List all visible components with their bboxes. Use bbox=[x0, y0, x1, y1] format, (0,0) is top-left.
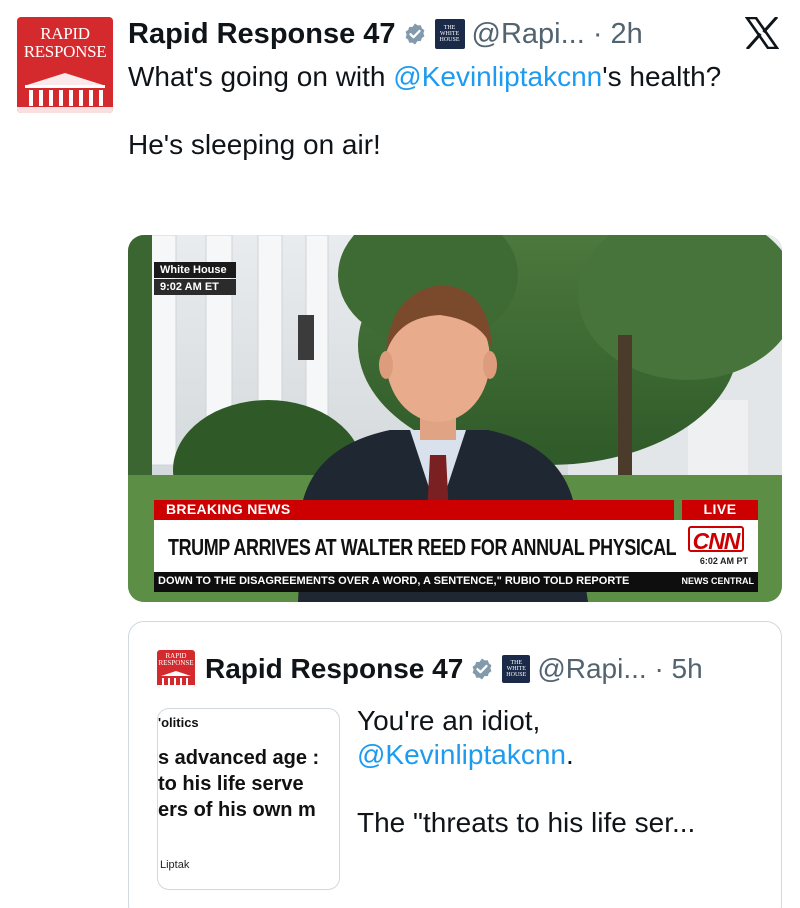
time-bug-label: 9:02 AM ET bbox=[154, 279, 236, 295]
quoted-author-avatar[interactable]: RAPID RESPONSE bbox=[157, 650, 195, 688]
author-avatar[interactable]: RAPID RESPONSE bbox=[17, 17, 113, 113]
thumb-headline-line1: s advanced age : bbox=[158, 747, 320, 769]
cnn-logo: CNN bbox=[688, 526, 744, 554]
white-house-icon bbox=[17, 73, 113, 113]
quoted-mention-link[interactable]: @Kevinliptakcnn bbox=[357, 739, 566, 770]
quoted-avatar-logo-text: RAPID RESPONSE bbox=[158, 652, 194, 667]
live-badge: LIVE bbox=[682, 500, 758, 520]
news-ticker: DOWN TO THE DISAGREEMENTS OVER A WORD, A… bbox=[154, 572, 758, 592]
verified-check-icon bbox=[403, 22, 427, 46]
quoted-tweet-header: Rapid Response 47 THE WHITE HOUSE @Rapi...… bbox=[205, 650, 703, 688]
thumb-headline-line3: ers of his own m bbox=[158, 799, 316, 821]
tweet-header: Rapid Response 47 THE WHITE HOUSE @Rapi...… bbox=[128, 12, 643, 56]
quoted-text-period: . bbox=[565, 739, 574, 770]
ticker-text: DOWN TO THE DISAGREEMENTS OVER A WORD, A… bbox=[158, 575, 630, 587]
quoted-media-thumbnail[interactable]: 'olitics s advanced age : to his life se… bbox=[157, 708, 340, 890]
breaking-news-banner: BREAKING NEWS bbox=[154, 500, 674, 520]
white-house-affiliate-badge[interactable]: THE WHITE HOUSE bbox=[434, 19, 465, 49]
avatar-logo-text: RAPID RESPONSE bbox=[23, 24, 107, 61]
news-headline: TRUMP ARRIVES AT WALTER REED FOR ANNUAL … bbox=[168, 534, 677, 560]
verified-check-icon bbox=[470, 657, 494, 681]
location-bug: White House 9:02 AM ET bbox=[154, 262, 236, 295]
local-time: 6:02 AM PT bbox=[699, 556, 748, 566]
author-name[interactable]: Rapid Response 47 bbox=[128, 18, 396, 51]
thumb-byline: Liptak bbox=[160, 859, 190, 871]
tweet-text-line1-end: 's health? bbox=[602, 61, 722, 92]
quoted-text-para2: The "threats to his life ser... bbox=[357, 807, 696, 838]
location-bug-label: White House bbox=[154, 262, 236, 278]
thumb-category: 'olitics bbox=[158, 715, 199, 730]
mention-link[interactable]: @Kevinliptakcnn bbox=[393, 61, 602, 92]
white-house-affiliate-badge[interactable]: THE WHITE HOUSE bbox=[502, 655, 531, 683]
x-logo-icon[interactable] bbox=[744, 15, 780, 51]
white-house-icon bbox=[157, 671, 195, 688]
quoted-handle-and-time[interactable]: @Rapi... · 5h bbox=[537, 653, 702, 685]
quoted-text-line1: You're an idiot, bbox=[357, 705, 541, 736]
tweet-text: What's going on with @Kevinliptakcnn's h… bbox=[128, 60, 768, 162]
news-lower-third: BREAKING NEWS LIVE TRUMP ARRIVES AT WALT… bbox=[154, 500, 758, 592]
handle-and-time[interactable]: @Rapi... · 2h bbox=[472, 18, 643, 51]
tweet-text-line1: What's going on with bbox=[128, 61, 394, 92]
quoted-tweet[interactable]: RAPID RESPONSE Rapid Response 47 THE WHITE… bbox=[128, 621, 782, 908]
headline-bar: TRUMP ARRIVES AT WALTER REED FOR ANNUAL … bbox=[154, 520, 758, 572]
quoted-author-name[interactable]: Rapid Response 47 bbox=[205, 653, 463, 685]
quoted-tweet-text: You're an idiot, @Kevinliptakcnn. The "t… bbox=[357, 704, 767, 840]
thumb-headline-line2: to his life serve bbox=[158, 773, 304, 795]
tweet-text-para2: He's sleeping on air! bbox=[128, 129, 381, 160]
ticker-source: NEWS CENTRAL bbox=[678, 576, 754, 586]
